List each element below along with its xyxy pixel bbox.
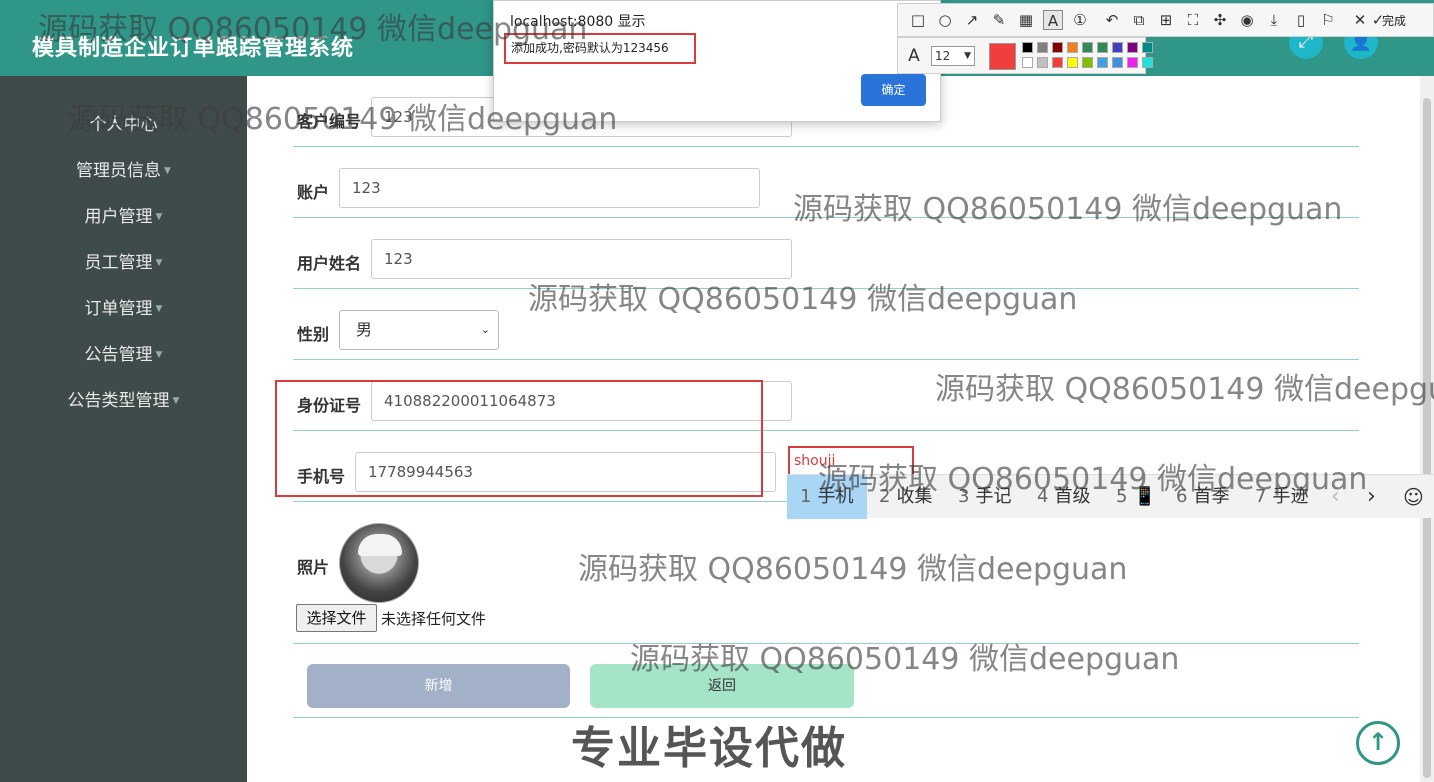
- caret-down-icon: ▼: [172, 396, 180, 406]
- pen-tool-icon[interactable]: ✎: [989, 10, 1009, 30]
- watermark-text: 源码获取 QQ86050149 微信deepguan: [528, 282, 1078, 317]
- account-label: 账户: [297, 183, 330, 202]
- photo-label: 照片: [297, 558, 330, 577]
- row-divider: [293, 359, 1359, 360]
- sidebar-item-employee-management[interactable]: 员工管理 ▼: [0, 248, 247, 273]
- mosaic-tool-icon[interactable]: ▦: [1016, 10, 1036, 30]
- color-swatch[interactable]: [1022, 57, 1033, 68]
- screenshot-toolbar: □ ○ ↗ ✎ ▦ A ① ↶ ⧉ ⊞ ⛶ ✣ ◉ ⤓ ▯ ⚐ ✕ ✓ 完成: [897, 3, 1434, 37]
- arrow-tool-icon[interactable]: ↗: [962, 10, 982, 30]
- color-swatch[interactable]: [1127, 57, 1138, 68]
- color-swatch[interactable]: [1067, 42, 1078, 53]
- promo-banner-text: 专业毕设代做: [571, 723, 847, 774]
- color-swatch[interactable]: [1112, 57, 1123, 68]
- caret-down-icon: ▼: [155, 258, 163, 268]
- bookmark-icon[interactable]: ⚐: [1318, 10, 1338, 30]
- watermark-text: 源码获取 QQ86050149 微信deepguan: [818, 462, 1368, 497]
- page-scrollbar[interactable]: [1420, 76, 1434, 782]
- color-swatch[interactable]: [1142, 42, 1153, 53]
- sidebar-item-label: 公告类型管理: [67, 391, 170, 411]
- long-screenshot-icon[interactable]: ⛶: [1183, 10, 1203, 30]
- user-name-label: 用户姓名: [297, 254, 362, 273]
- text-tool-icon[interactable]: A: [1043, 10, 1063, 30]
- watermark-text: 源码获取 QQ86050149 微信deepguan: [38, 12, 588, 47]
- download-icon[interactable]: ⤓: [1264, 10, 1284, 30]
- gender-select[interactable]: 男 ⌄: [339, 310, 499, 350]
- sidebar-item-notice-type-management[interactable]: 公告类型管理 ▼: [0, 386, 247, 411]
- caret-down-icon: ▼: [164, 166, 171, 176]
- chevron-down-icon: ▼: [964, 51, 971, 61]
- sidebar-item-label: 员工管理: [84, 253, 153, 273]
- choose-file-button[interactable]: 选择文件: [296, 604, 377, 632]
- watermark-text: 源码获取 QQ86050149 微信deepgu: [935, 372, 1434, 407]
- annotation-highlight-box: [275, 380, 763, 497]
- sidebar-item-notice-management[interactable]: 公告管理 ▼: [0, 340, 247, 365]
- file-status-text: 未选择任何文件: [381, 610, 487, 628]
- avatar-cap: [358, 534, 402, 556]
- caret-down-icon: ▼: [155, 304, 163, 314]
- back-to-top-button[interactable]: ↑: [1356, 721, 1400, 765]
- gender-label: 性别: [297, 325, 330, 344]
- chevron-down-icon: ⌄: [480, 323, 490, 336]
- sidebar-item-label: 用户管理: [84, 207, 153, 227]
- account-input[interactable]: 123: [339, 168, 760, 208]
- ime-next-page-icon[interactable]: ›: [1367, 475, 1376, 519]
- user-name-input[interactable]: 123: [371, 239, 792, 279]
- caret-down-icon: ▼: [155, 350, 163, 360]
- font-size-select[interactable]: 12 ▼: [931, 46, 975, 66]
- sidebar: 个人中心 管理员信息 ▼ 用户管理 ▼ 员工管理 ▼ 订单管理 ▼ 公告管理 ▼ 公告类型…: [0, 76, 247, 782]
- ellipse-tool-icon[interactable]: ○: [935, 10, 955, 30]
- gender-value: 男: [356, 320, 373, 339]
- text-style-panel: A 12 ▼: [897, 37, 1153, 74]
- watermark-text: 源码获取 QQ86050149 微信deepguan: [68, 102, 618, 137]
- scrollbar-thumb[interactable]: [1423, 98, 1431, 778]
- arrow-up-icon: ↑: [1367, 728, 1389, 756]
- color-swatch[interactable]: [1022, 42, 1033, 53]
- done-button[interactable]: 完成: [1382, 12, 1406, 29]
- rectangle-tool-icon[interactable]: □: [908, 10, 928, 30]
- color-swatch[interactable]: [1082, 42, 1093, 53]
- color-swatch[interactable]: [1067, 57, 1078, 68]
- row-divider: [293, 146, 1359, 147]
- watermark-text: 源码获取 QQ86050149 微信deepguan: [578, 552, 1128, 587]
- dialog-ok-button[interactable]: 确定: [861, 74, 926, 106]
- color-swatch[interactable]: [1127, 42, 1138, 53]
- color-swatch[interactable]: [1112, 42, 1123, 53]
- color-swatch[interactable]: [1037, 42, 1048, 53]
- color-swatch[interactable]: [1097, 57, 1108, 68]
- caret-down-icon: ▼: [155, 212, 163, 222]
- ime-candidate-number: 1: [800, 486, 812, 507]
- sidebar-item-label: 管理员信息: [76, 161, 162, 181]
- pin-screenshot-icon[interactable]: ⧉: [1129, 10, 1149, 30]
- color-swatch[interactable]: [1052, 42, 1063, 53]
- color-swatch[interactable]: [1097, 42, 1108, 53]
- font-size-icon: A: [908, 46, 920, 66]
- translate-icon[interactable]: ✣: [1210, 10, 1230, 30]
- color-swatch[interactable]: [1082, 57, 1093, 68]
- number-tool-icon[interactable]: ①: [1070, 10, 1090, 30]
- watermark-text: 源码获取 QQ86050149 微信deepguan: [793, 192, 1343, 227]
- color-swatch[interactable]: [1142, 57, 1153, 68]
- sidebar-item-order-management[interactable]: 订单管理 ▼: [0, 294, 247, 319]
- font-size-value: 12: [935, 49, 951, 63]
- record-icon[interactable]: ◉: [1237, 10, 1257, 30]
- sidebar-item-label: 订单管理: [84, 299, 153, 319]
- sidebar-item-label: 公告管理: [84, 345, 153, 365]
- color-swatch[interactable]: [1037, 57, 1048, 68]
- ocr-icon[interactable]: ⊞: [1156, 10, 1176, 30]
- current-color-swatch: [989, 43, 1016, 70]
- sidebar-item-admin-info[interactable]: 管理员信息 ▼: [0, 156, 247, 181]
- color-swatch[interactable]: [1052, 57, 1063, 68]
- phone-send-icon[interactable]: ▯: [1291, 10, 1311, 30]
- close-icon[interactable]: ✕: [1350, 10, 1370, 30]
- watermark-text: 源码获取 QQ86050149 微信deepguan: [630, 642, 1180, 677]
- sidebar-item-user-management[interactable]: 用户管理 ▼: [0, 202, 247, 227]
- ime-emoji-icon[interactable]: ☺: [1403, 475, 1424, 519]
- add-button[interactable]: 新增: [307, 664, 570, 708]
- avatar: [339, 523, 419, 603]
- undo-icon[interactable]: ↶: [1102, 10, 1122, 30]
